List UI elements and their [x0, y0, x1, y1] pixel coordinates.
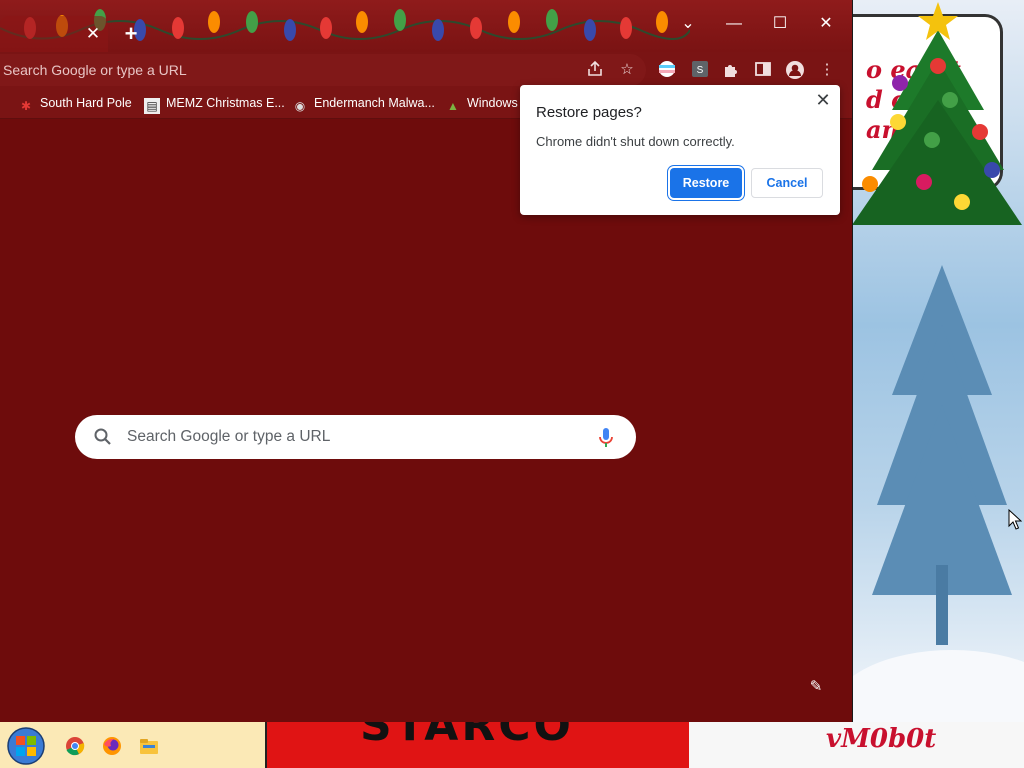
pencil-icon[interactable]: ✎	[806, 677, 826, 697]
ntp-search-placeholder: Search Google or type a URL	[127, 428, 331, 445]
snowflake-icon: ✱	[20, 99, 32, 113]
mouse-cursor-icon	[1008, 509, 1022, 530]
bookmark-label: MEMZ Christmas E...	[166, 96, 285, 110]
new-tab-button[interactable]: +	[120, 23, 142, 45]
svg-text:S: S	[697, 65, 704, 76]
chrome-icon[interactable]	[65, 736, 85, 756]
wallpaper-banner-text: STARCO	[360, 722, 574, 751]
tab-close-icon[interactable]: ✕	[84, 24, 102, 44]
dialog-title: Restore pages?	[536, 104, 642, 121]
side-panel-icon[interactable]	[753, 60, 773, 80]
wallpaper-signature: vM0b0t	[826, 724, 937, 754]
restore-pages-dialog: Restore pages? Chrome didn't shut down c…	[520, 85, 840, 215]
flag-extension-icon[interactable]	[657, 60, 677, 80]
bookmark-endermanch-malware[interactable]: ◉ Endermanch Malwa...	[292, 94, 435, 113]
search-icon	[94, 428, 111, 445]
bookmark-memz-christmas[interactable]: ▤ MEMZ Christmas E...	[144, 94, 285, 114]
firefox-icon[interactable]	[102, 736, 122, 756]
close-icon[interactable]: ✕	[813, 90, 833, 110]
menu-icon[interactable]: ⋮	[817, 60, 837, 80]
tree-icon: ▲	[447, 99, 459, 113]
tab-search-button[interactable]: ⌄	[665, 8, 711, 40]
desktop-wallpaper: o eat it d c an	[852, 0, 1024, 722]
dialog-message: Chrome didn't shut down correctly.	[536, 134, 735, 149]
page-thumbnail-icon: ▤	[144, 98, 160, 114]
bookmark-label: Windows	[467, 96, 518, 110]
toolbar: Search Google or type a URL ☆ S ⋮	[0, 52, 852, 88]
chrome-window: ✕ + ⌄ — ☐ ✕ Search Google or type a URL …	[0, 0, 852, 722]
ntp-search-box[interactable]: Search Google or type a URL	[75, 415, 636, 459]
minimize-button[interactable]: —	[711, 8, 757, 40]
share-icon[interactable]	[585, 60, 605, 80]
pine-tree-silhouette	[872, 265, 1012, 645]
bookmark-windows[interactable]: ▲ Windows	[445, 94, 518, 113]
s-extension-icon[interactable]: S	[690, 60, 710, 80]
bookmark-south-hard-pole[interactable]: ✱ South Hard Pole	[18, 94, 132, 113]
cancel-button[interactable]: Cancel	[751, 168, 823, 198]
raccoon-icon: ◉	[294, 99, 306, 113]
close-window-button[interactable]: ✕	[803, 8, 849, 40]
start-orb-icon[interactable]	[6, 726, 46, 766]
bookmark-label: South Hard Pole	[40, 96, 132, 110]
maximize-button[interactable]: ☐	[757, 8, 803, 40]
puzzle-extensions-icon[interactable]	[721, 60, 741, 80]
star-icon[interactable]: ☆	[617, 60, 637, 80]
bookmark-label: Endermanch Malwa...	[314, 96, 435, 110]
omnibox[interactable]: Search Google or type a URL	[0, 54, 646, 86]
taskbar: STARCO vM0b0t	[0, 722, 1024, 768]
file-explorer-icon[interactable]	[139, 736, 159, 756]
christmas-tree-icon	[852, 2, 1022, 225]
title-bar: ✕ + ⌄ — ☐ ✕	[0, 0, 852, 52]
restore-button[interactable]: Restore	[670, 168, 742, 198]
omnibox-placeholder: Search Google or type a URL	[3, 62, 187, 78]
profile-icon[interactable]	[785, 60, 805, 80]
microphone-icon[interactable]	[597, 427, 615, 449]
